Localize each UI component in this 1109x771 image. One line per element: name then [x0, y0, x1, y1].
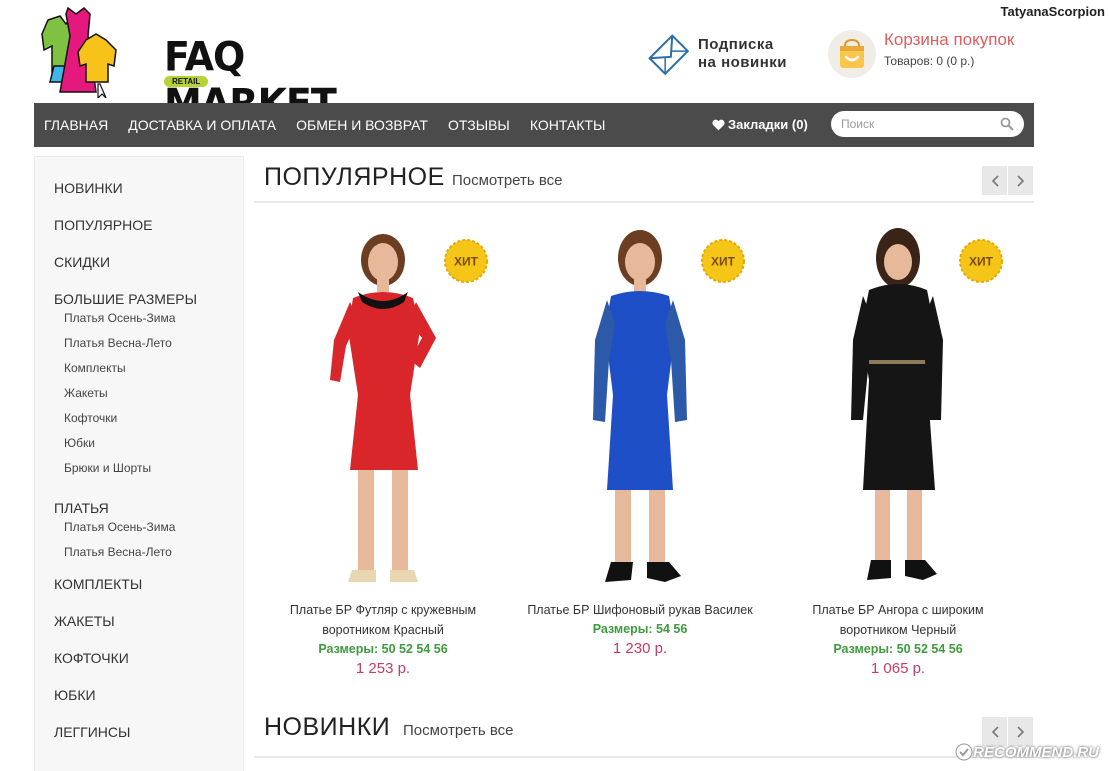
- cart-count: Товаров: 0 (0 р.): [884, 54, 975, 68]
- logo-subtitle: RETAIL: [164, 76, 209, 87]
- username[interactable]: TatyanaScorpion: [1000, 4, 1105, 19]
- hit-badge-label: ХИТ: [711, 255, 736, 269]
- product-price: 1 065 р.: [870, 660, 926, 677]
- product-price: 1 230 р.: [612, 640, 668, 657]
- view-all-link[interactable]: Посмотреть все: [452, 172, 563, 189]
- sidebar-subitem-dresses-autumn[interactable]: Платья Осень-Зима: [35, 519, 243, 544]
- sidebar-item-big-sizes[interactable]: БОЛЬШИЕ РАЗМЕРЫ: [35, 284, 243, 310]
- carousel-next-button[interactable]: [1008, 166, 1034, 195]
- hit-badge-label: ХИТ: [969, 255, 994, 269]
- envelope-icon: [648, 34, 690, 76]
- sidebar-item-leggings[interactable]: ЛЕГГИНСЫ: [35, 717, 243, 754]
- sidebar-spacer: [35, 485, 243, 493]
- recommend-logo-icon: [955, 743, 973, 761]
- search-input[interactable]: [841, 117, 991, 131]
- sidebar-item-discounts[interactable]: СКИДКИ: [35, 247, 243, 284]
- product-name-line[interactable]: воротником Красный: [258, 620, 508, 640]
- product-image[interactable]: ХИТ: [773, 220, 1023, 600]
- product-name-line[interactable]: Платье БР Футляр с кружевным: [258, 600, 508, 620]
- chevron-right-icon: [1016, 174, 1024, 187]
- chevron-left-icon: [991, 174, 999, 187]
- hit-badge-icon: ХИТ: [701, 239, 745, 283]
- main-nav: ГЛАВНАЯ ДОСТАВКА И ОПЛАТА ОБМЕН И ВОЗВРА…: [34, 103, 1034, 147]
- site-logo[interactable]: FAQ MARKET RETAIL: [40, 6, 340, 126]
- sidebar-item-jackets[interactable]: ЖАКЕТЫ: [35, 606, 243, 643]
- sidebar-subitem-dresses-spring[interactable]: Платья Весна-Лето: [35, 335, 243, 360]
- heart-icon: [712, 119, 725, 130]
- clothes-logo-icon: [41, 6, 117, 98]
- product-name-line[interactable]: Платье БР Шифоновый рукав Василек: [515, 600, 765, 620]
- search-icon[interactable]: [1000, 117, 1014, 131]
- section-title: НОВИНКИ: [264, 713, 391, 741]
- sidebar-item-new[interactable]: НОВИНКИ: [35, 173, 243, 210]
- watermark: RECOMMEND.RU: [955, 743, 1099, 761]
- chevron-left-icon: [991, 725, 999, 738]
- new-section-header: НОВИНКИ Посмотреть все: [254, 708, 1034, 758]
- subscribe-line-2: на новинки: [698, 54, 788, 71]
- carousel-next-button[interactable]: [1008, 717, 1034, 746]
- product-card[interactable]: ХИТ Платье БР Футляр с кружевным воротни…: [258, 220, 508, 679]
- nav-item-delivery[interactable]: ДОСТАВКА И ОПЛАТА: [128, 117, 276, 133]
- nav-item-reviews[interactable]: ОТЗЫВЫ: [448, 117, 510, 133]
- search-box: [831, 111, 1024, 137]
- chevron-right-icon: [1016, 725, 1024, 738]
- nav-item-contacts[interactable]: КОНТАКТЫ: [530, 117, 606, 133]
- view-all-link[interactable]: Посмотреть все: [403, 722, 514, 739]
- product-sizes: Размеры: 50 52 54 56: [833, 642, 963, 656]
- nav-item-home[interactable]: ГЛАВНАЯ: [44, 117, 108, 133]
- product-sizes: Размеры: 54 56: [592, 622, 688, 636]
- sidebar-item-skirts[interactable]: ЮБКИ: [35, 680, 243, 717]
- product-name-line[interactable]: воротником Черный: [773, 620, 1023, 640]
- sidebar-item-dresses[interactable]: ПЛАТЬЯ: [35, 493, 243, 519]
- subscribe-link[interactable]: Подписка на новинки: [646, 32, 787, 76]
- sidebar-subitem-jackets[interactable]: Жакеты: [35, 385, 243, 410]
- product-image[interactable]: ХИТ: [258, 220, 508, 600]
- bookmarks-link[interactable]: Закладки (0): [712, 117, 808, 132]
- sidebar-item-popular[interactable]: ПОПУЛЯРНОЕ: [35, 210, 243, 247]
- product-name-line[interactable]: Платье БР Ангора с широким: [773, 600, 1023, 620]
- sidebar-subitem-trousers[interactable]: Брюки и Шорты: [35, 460, 243, 485]
- product-price: 1 253 р.: [355, 660, 411, 677]
- hit-badge-icon: ХИТ: [444, 239, 488, 283]
- subscribe-line-1: Подписка: [698, 36, 774, 53]
- shopping-bag-icon: [828, 30, 876, 78]
- category-sidebar: НОВИНКИ ПОПУЛЯРНОЕ СКИДКИ БОЛЬШИЕ РАЗМЕР…: [34, 156, 244, 771]
- product-image[interactable]: ХИТ: [515, 220, 765, 600]
- sidebar-subitem-sets[interactable]: Комплекты: [35, 360, 243, 385]
- sidebar-subitem-dresses-spring[interactable]: Платья Весна-Лето: [35, 544, 243, 569]
- hit-badge-icon: ХИТ: [959, 239, 1003, 283]
- sidebar-subitem-blouses[interactable]: Кофточки: [35, 410, 243, 435]
- hit-badge-label: ХИТ: [454, 255, 479, 269]
- sidebar-item-sets[interactable]: КОМПЛЕКТЫ: [35, 569, 243, 606]
- watermark-text: RECOMMEND.RU: [973, 743, 1099, 761]
- product-sizes: Размеры: 50 52 54 56: [318, 642, 448, 656]
- bookmarks-label: Закладки (0): [728, 117, 808, 132]
- sidebar-subitem-dresses-autumn[interactable]: Платья Осень-Зима: [35, 310, 243, 335]
- sidebar-item-blouses[interactable]: КОФТОЧКИ: [35, 643, 243, 680]
- section-title: ПОПУЛЯРНОЕ: [264, 163, 445, 191]
- nav-item-returns[interactable]: ОБМЕН И ВОЗВРАТ: [296, 117, 428, 133]
- carousel-prev-button[interactable]: [982, 166, 1008, 195]
- cart-widget[interactable]: Корзина покупок Товаров: 0 (0 р.): [828, 30, 1014, 78]
- popular-section-header: ПОПУЛЯРНОЕ Посмотреть все: [254, 157, 1034, 203]
- product-card[interactable]: ХИТ Платье БР Ангора с широким воротнико…: [773, 220, 1023, 679]
- sidebar-subitem-skirts[interactable]: Юбки: [35, 435, 243, 460]
- product-card[interactable]: ХИТ Платье БР Шифоновый рукав Василек Ра…: [515, 220, 765, 659]
- carousel-prev-button[interactable]: [982, 717, 1008, 746]
- cart-title[interactable]: Корзина покупок: [884, 30, 1014, 50]
